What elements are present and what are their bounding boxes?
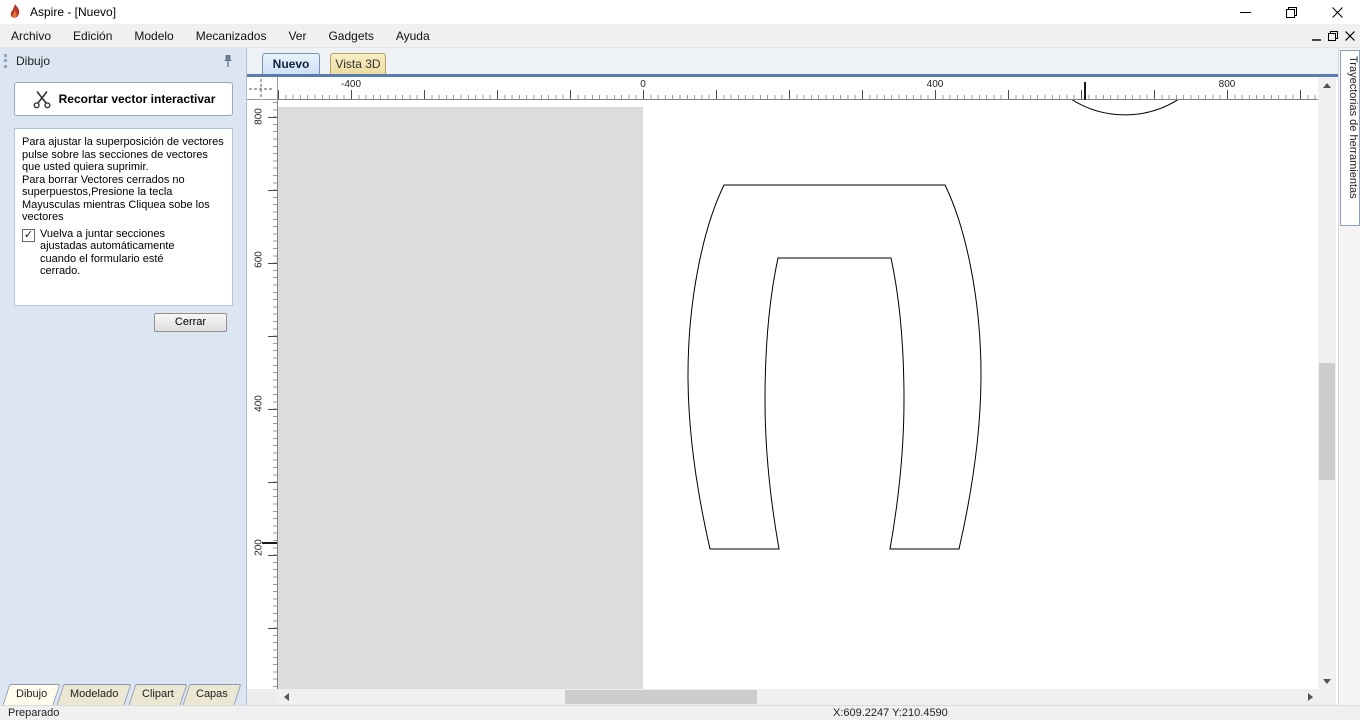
document-tab-row: Nuevo Vista 3D <box>247 48 1338 74</box>
right-panel-strip: Trayectorias de herramientas <box>1338 48 1360 705</box>
pin-icon[interactable] <box>222 54 234 68</box>
hruler-label: 800 <box>1218 79 1236 90</box>
rejoin-checkbox-label: Vuelva a juntar secciones ajustadas auto… <box>40 227 175 278</box>
hruler-label: 0 <box>640 79 646 90</box>
mdi-minimize-icon[interactable] <box>1312 31 1321 41</box>
scrollbar-corner <box>1318 689 1336 705</box>
drawing-panel: Dibujo Recortar vector interactivar Para… <box>0 48 247 705</box>
status-bar: Preparado X:609.2247 Y:210.4590 <box>0 705 1360 720</box>
menu-archivo[interactable]: Archivo <box>0 24 62 48</box>
sidebar-tab-strip: Dibujo Modelado Clipart Capas <box>2 684 242 705</box>
recortar-vector-label: Recortar vector interactivar <box>58 92 216 106</box>
sidebar-tab-modelado[interactable]: Modelado <box>56 684 132 705</box>
horizontal-scrollbar[interactable] <box>278 689 1318 705</box>
outside-job-area <box>278 107 643 689</box>
panel-grip <box>4 54 7 68</box>
instruction-text-2: Para borrar Vectores cerrados no superpu… <box>22 173 210 224</box>
origin-crosshair-icon <box>249 79 274 97</box>
recortar-vector-button[interactable]: Recortar vector interactivar <box>14 82 233 116</box>
panel-header: Dibujo <box>0 48 246 74</box>
mdi-restore-icon[interactable] <box>1328 31 1338 41</box>
scissors-icon <box>33 91 51 109</box>
vertical-scrollbar[interactable] <box>1318 77 1336 689</box>
cursor-y-marker <box>262 542 277 544</box>
horizontal-scroll-thumb[interactable] <box>565 690 757 704</box>
scroll-down-icon <box>1323 678 1331 684</box>
ruler-footer-filler <box>247 689 278 705</box>
mdi-window-controls <box>1312 24 1355 48</box>
horizontal-ruler: -400 0 400 800 <box>278 77 1318 100</box>
status-text: Preparado <box>8 707 60 719</box>
scroll-down-button[interactable] <box>1318 673 1336 689</box>
rejoin-checkbox[interactable]: ✓ <box>22 228 35 242</box>
window-title: Aspire - [Nuevo] <box>30 5 117 19</box>
partial-circle-arc[interactable] <box>1068 100 1182 116</box>
menu-bar: Archivo Edición Modelo Mecanizados Ver G… <box>0 24 1360 48</box>
close-icon <box>1331 6 1343 18</box>
hruler-label: 400 <box>926 79 944 90</box>
minimize-icon <box>1239 11 1251 13</box>
hruler-label: -400 <box>340 79 361 90</box>
canvas-graphics <box>278 100 1182 689</box>
vruler-label: 600 <box>253 251 265 268</box>
sidebar-tab-clipart-label: Clipart <box>141 688 174 700</box>
cerrar-button[interactable]: Cerrar <box>154 313 227 332</box>
title-bar: Aspire - [Nuevo] <box>0 0 1360 24</box>
menu-modelo[interactable]: Modelo <box>123 24 184 48</box>
cursor-coordinates: X:609.2247 Y:210.4590 <box>833 707 948 719</box>
scroll-right-icon <box>1307 693 1313 701</box>
vruler-label: 400 <box>253 395 265 412</box>
panel-title: Dibujo <box>16 54 51 68</box>
sidebar-tab-modelado-label: Modelado <box>70 688 119 700</box>
minimize-button[interactable] <box>1222 0 1268 24</box>
vertical-scroll-thumb[interactable] <box>1319 363 1335 480</box>
menu-ver[interactable]: Ver <box>277 24 317 48</box>
aspire-flame-icon <box>10 4 20 18</box>
drawing-canvas[interactable] <box>278 100 1318 689</box>
menu-edicion[interactable]: Edición <box>62 24 123 48</box>
menu-gadgets[interactable]: Gadgets <box>317 24 384 48</box>
scroll-up-icon <box>1323 82 1331 88</box>
sidebar-tab-clipart[interactable]: Clipart <box>128 684 187 705</box>
cursor-x-marker <box>1084 82 1086 100</box>
vruler-label: 800 <box>253 108 265 125</box>
scroll-left-icon <box>283 693 289 701</box>
instruction-text-1: Para ajustar la superposición de vectore… <box>22 136 224 173</box>
vertical-ruler: 800 600 400 200 <box>247 100 278 689</box>
sidebar-tab-dibujo-label: Dibujo <box>16 688 48 700</box>
menu-ayuda[interactable]: Ayuda <box>385 24 441 48</box>
restore-button[interactable] <box>1268 0 1314 24</box>
sidebar-tab-capas-label: Capas <box>196 688 229 700</box>
ruler-origin-corner <box>247 77 278 100</box>
scroll-left-button[interactable] <box>278 689 294 705</box>
sidebar-tab-dibujo[interactable]: Dibujo <box>2 684 61 705</box>
instructions-panel: Para ajustar la superposición de vectore… <box>14 128 233 306</box>
menu-mecanizados[interactable]: Mecanizados <box>185 24 278 48</box>
restore-icon <box>1285 6 1297 18</box>
scroll-up-button[interactable] <box>1318 77 1336 93</box>
scroll-right-button[interactable] <box>1302 689 1318 705</box>
tab-nuevo[interactable]: Nuevo <box>262 53 320 74</box>
arch-vector-outline[interactable] <box>687 184 982 550</box>
sidebar-tab-capas[interactable]: Capas <box>182 684 242 705</box>
mdi-close-icon[interactable] <box>1345 31 1355 41</box>
toolpaths-panel-tab[interactable]: Trayectorias de herramientas <box>1340 50 1360 226</box>
tab-vista-3d[interactable]: Vista 3D <box>330 53 386 74</box>
close-button[interactable] <box>1314 0 1360 24</box>
vruler-label: 200 <box>253 539 265 556</box>
